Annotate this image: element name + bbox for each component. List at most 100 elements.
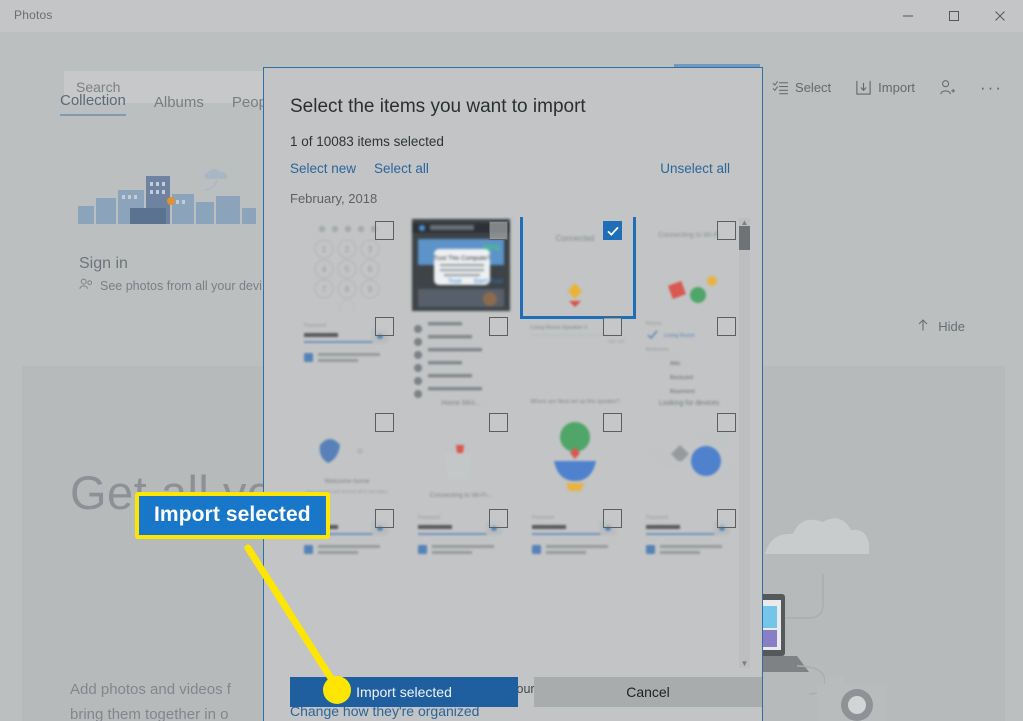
svg-text:Where are Nest set up this spe: Where are Nest set up this speaker?: [530, 399, 619, 405]
close-button[interactable]: [977, 0, 1023, 32]
grid-item[interactable]: 48% Trust This Computer? Trust Don't Trust: [404, 217, 518, 313]
svg-text:Password: Password: [646, 515, 668, 521]
more-options-button[interactable]: ···: [968, 64, 1015, 111]
grid-item[interactable]: Password: [518, 505, 632, 601]
grid-item[interactable]: 1 2 3 4 5 6 7 8 9: [290, 217, 404, 313]
item-checkbox[interactable]: [717, 509, 736, 528]
people-icon: [79, 278, 94, 293]
svg-text:2: 2: [345, 245, 350, 254]
import-button[interactable]: Import: [843, 64, 927, 111]
tab-albums[interactable]: Albums: [154, 94, 204, 116]
item-checkbox[interactable]: [375, 413, 394, 432]
item-checkbox[interactable]: [375, 221, 394, 240]
item-checkbox[interactable]: [717, 221, 736, 240]
title-bar: Photos: [0, 0, 1023, 32]
svg-text:Password: Password: [532, 515, 554, 521]
grid-item[interactable]: Connected: [518, 217, 636, 319]
maximize-button[interactable]: [931, 0, 977, 32]
svg-text:Password: Password: [304, 323, 326, 329]
item-checkbox[interactable]: [375, 509, 394, 528]
item-checkbox[interactable]: [717, 317, 736, 336]
grid-item[interactable]: Password: [290, 313, 404, 409]
import-dialog: Select the items you want to import 1 of…: [263, 67, 763, 721]
select-icon: [772, 79, 789, 96]
item-checkbox[interactable]: [489, 221, 508, 240]
unselect-all-link[interactable]: Unselect all: [660, 161, 730, 176]
svg-text:Trust: Trust: [448, 279, 462, 285]
import-label: Import: [878, 80, 916, 95]
svg-text:Password: Password: [418, 515, 440, 521]
select-button[interactable]: Select: [760, 64, 843, 111]
item-checkbox[interactable]: [717, 413, 736, 432]
cancel-button[interactable]: Cancel: [534, 677, 762, 707]
grid-item[interactable]: [632, 409, 742, 505]
item-checkbox[interactable]: [489, 509, 508, 528]
svg-text:Bedrooms: Bedrooms: [646, 347, 669, 353]
items-grid[interactable]: 1 2 3 4 5 6 7 8 9 48% Trust This Computer? Trust Don…: [290, 217, 742, 665]
city-illustration: [78, 168, 258, 230]
svg-text:9: 9: [368, 285, 373, 294]
item-checkbox[interactable]: [375, 317, 394, 336]
select-new-link[interactable]: Select new: [290, 161, 356, 176]
window-controls: [885, 0, 1023, 32]
dialog-select-links: Select new Select all Unselect all: [290, 161, 730, 176]
item-checkbox[interactable]: [603, 413, 622, 432]
svg-text:6: 6: [368, 265, 373, 274]
item-checkbox[interactable]: [489, 317, 508, 336]
dialog-title: Select the items you want to import: [290, 96, 586, 117]
item-checkbox-checked[interactable]: [603, 221, 622, 240]
select-all-link[interactable]: Select all: [374, 161, 429, 176]
grid-item[interactable]: Living Room Speaker 0 ON / OFF Where are N…: [518, 313, 632, 409]
import-selected-button[interactable]: Import selected: [290, 677, 518, 707]
svg-text:8: 8: [345, 285, 350, 294]
hide-button[interactable]: Hide: [916, 318, 965, 335]
grid-item[interactable]: Welcome home Your content and devices all…: [290, 409, 404, 505]
svg-text:Rooms: Rooms: [646, 321, 662, 327]
more-icon: ···: [980, 78, 1003, 97]
svg-text:Don't Trust: Don't Trust: [474, 279, 503, 285]
svg-text:Connecting to Wi-Fi...: Connecting to Wi-Fi...: [430, 492, 493, 499]
svg-text:ON / OFF: ON / OFF: [608, 339, 624, 344]
arrow-up-icon: [916, 318, 930, 335]
tab-collection[interactable]: Collection: [60, 92, 126, 116]
dialog-buttons: Import selected Cancel: [290, 677, 762, 707]
add-person-button[interactable]: [927, 64, 968, 111]
svg-text:Basement: Basement: [670, 389, 695, 395]
grid-item[interactable]: Connecting to Wi-Fi...: [404, 409, 518, 505]
svg-text:Connected: Connected: [556, 234, 595, 243]
svg-text:Living Room Speaker 0: Living Room Speaker 0: [530, 325, 587, 331]
grid-item[interactable]: Connecting to Wi-Fi: [632, 217, 742, 313]
item-checkbox[interactable]: [603, 509, 622, 528]
item-checkbox[interactable]: [603, 317, 622, 336]
selected-count: 1 of 10083 items selected: [290, 134, 444, 149]
scroll-down-arrow[interactable]: ▼: [740, 659, 749, 668]
hero-paragraph: Add photos and videos f bring them togeth…: [70, 681, 231, 721]
grid-item[interactable]: Password: [404, 505, 518, 601]
grid-item[interactable]: [518, 409, 632, 505]
svg-text:Backyard: Backyard: [670, 375, 693, 381]
screen: Photos Search Select Import ··· Collecti…: [0, 0, 1023, 721]
date-group-label: February, 2018: [290, 191, 378, 206]
item-checkbox[interactable]: [489, 413, 508, 432]
app-title: Photos: [14, 8, 53, 22]
grid-item[interactable]: Rooms Living Room Bedrooms Attic Backyard Bas…: [632, 313, 742, 409]
signin-subtitle-text: See photos from all your devi: [100, 278, 262, 293]
grid-item[interactable]: Password: [632, 505, 742, 601]
svg-text:1: 1: [322, 245, 327, 254]
dialog-scrollbar[interactable]: ▲ ▼: [739, 218, 750, 668]
signin-subtitle: See photos from all your devi: [79, 278, 262, 293]
svg-text:Looking for devices: Looking for devices: [659, 400, 720, 407]
svg-text:Welcome home: Welcome home: [324, 478, 369, 485]
import-icon: [855, 79, 872, 96]
svg-text:3: 3: [368, 245, 373, 254]
scrollbar-thumb[interactable]: [739, 226, 750, 250]
svg-text:4: 4: [322, 265, 327, 274]
svg-text:7: 7: [322, 285, 327, 294]
add-person-icon: [939, 79, 956, 96]
grid-item[interactable]: Home Mini...: [404, 313, 518, 409]
svg-text:Connecting to Wi-Fi: Connecting to Wi-Fi: [658, 232, 720, 239]
minimize-button[interactable]: [885, 0, 931, 32]
svg-text:Home Mini...: Home Mini...: [441, 400, 480, 407]
svg-text:Living Room: Living Room: [664, 333, 695, 339]
select-label: Select: [795, 80, 832, 95]
